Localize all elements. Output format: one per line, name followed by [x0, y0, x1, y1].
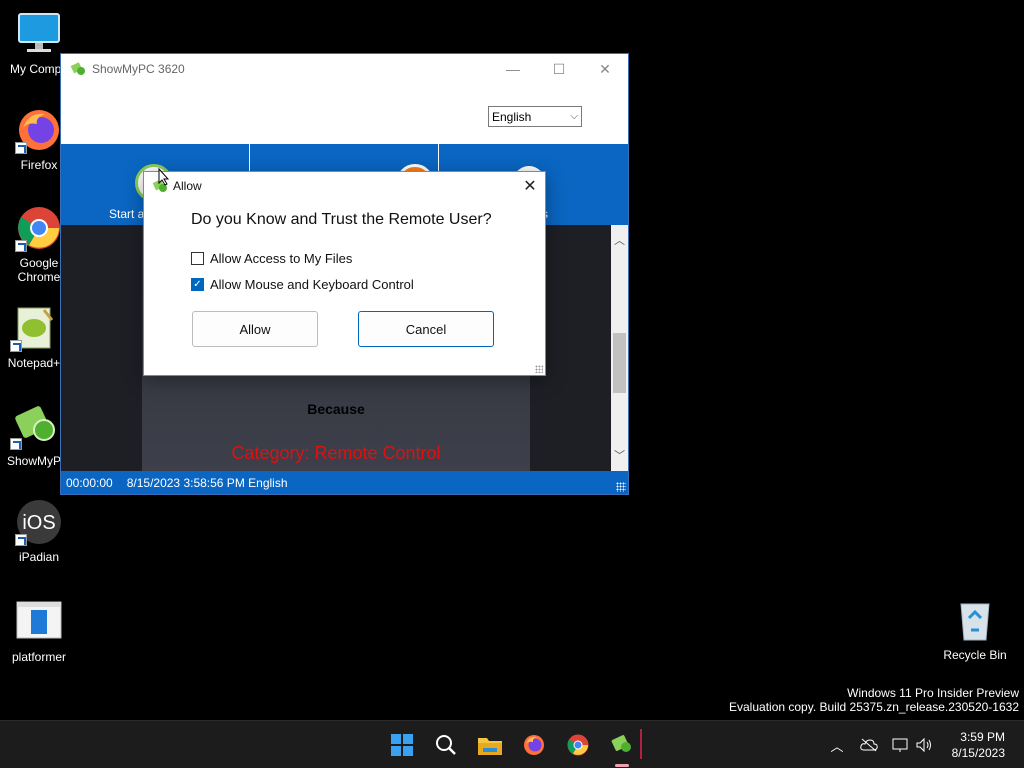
desktop-icon-label: Recycle Bin — [943, 648, 1007, 662]
shortcut-arrow-icon — [15, 142, 27, 154]
desktop-icon-ipadian[interactable]: iOS iPadian — [1, 498, 77, 564]
taskbar-search-button[interactable] — [430, 729, 462, 761]
close-icon[interactable]: ✕ — [515, 172, 545, 200]
volume-icon[interactable] — [914, 735, 934, 755]
taskbar-divider — [640, 729, 642, 759]
windows-watermark: Windows 11 Pro Insider Preview Evaluatio… — [729, 686, 1019, 714]
ios-icon: iOS — [15, 498, 63, 546]
svg-text:iOS: iOS — [22, 512, 55, 534]
chevron-down-icon: ⌵ — [570, 111, 578, 122]
firefox-icon — [15, 106, 63, 154]
language-row: English ⌵ — [61, 84, 628, 144]
network-icon[interactable] — [891, 735, 911, 755]
language-value: English — [492, 109, 532, 124]
minimize-icon[interactable]: — — [490, 54, 536, 84]
window-titlebar[interactable]: ShowMyPC 3620 — ☐ ✕ — [61, 54, 628, 84]
taskbar-chrome[interactable] — [562, 729, 594, 761]
allow-control-checkbox[interactable]: ✓ — [191, 278, 204, 291]
resize-grip-icon[interactable] — [616, 482, 626, 492]
windows-start-icon — [391, 734, 413, 756]
chevron-up-icon[interactable]: ︿ — [827, 735, 847, 755]
showmypc-icon — [10, 402, 58, 450]
showmypc-logo-icon — [70, 61, 86, 77]
watermark-edition: Windows 11 Pro Insider Preview — [847, 686, 1019, 700]
allow-control-label: Allow Mouse and Keyboard Control — [210, 277, 414, 292]
scroll-down-icon[interactable]: ﹀ — [611, 446, 628, 463]
chrome-icon — [567, 734, 589, 756]
desktop-icon-recycle-bin[interactable]: Recycle Bin — [937, 596, 1013, 662]
desktop-icon-platformer[interactable]: platformer — [1, 598, 77, 664]
taskbar-firefox[interactable] — [518, 729, 550, 761]
recycle-bin-icon — [951, 596, 999, 644]
resize-grip-icon[interactable] — [535, 365, 543, 373]
taskbar-clock[interactable]: 3:59 PM 8/15/2023 — [952, 729, 1005, 761]
window-title: ShowMyPC 3620 — [92, 62, 185, 76]
mouse-cursor-icon — [158, 167, 170, 191]
taskbar: ︿ 3:59 PM 8/15/2023 — [0, 720, 1024, 768]
session-timer: 00:00:00 — [66, 475, 113, 490]
folder-icon — [478, 738, 502, 755]
watermark-build: Evaluation copy. Build 25375.zn_release.… — [729, 700, 1019, 714]
monitor-icon — [15, 10, 63, 58]
close-icon[interactable]: ✕ — [582, 54, 628, 84]
vertical-scrollbar[interactable]: ︿ ﹀ — [611, 225, 628, 471]
clock-time: 3:59 PM — [960, 730, 1005, 744]
desktop-icon-label: platformer — [11, 650, 67, 664]
status-bar: 00:00:00 8/15/2023 3:58:56 PM English — [61, 471, 628, 494]
firefox-icon — [524, 735, 544, 755]
language-select[interactable]: English ⌵ — [488, 106, 582, 127]
scroll-up-icon[interactable]: ︿ — [611, 231, 628, 248]
status-info: 8/15/2023 3:58:56 PM English — [126, 475, 288, 490]
notepad-plus-icon — [10, 304, 58, 352]
taskbar-file-explorer[interactable] — [474, 729, 506, 761]
shortcut-arrow-icon — [15, 240, 27, 252]
taskbar-showmypc[interactable] — [606, 729, 638, 767]
dialog-titlebar[interactable]: Allow ✕ — [144, 172, 545, 200]
category-text: Category: Remote Control — [231, 443, 441, 463]
because-text: Because — [307, 401, 365, 417]
scroll-thumb[interactable] — [613, 333, 626, 393]
start-button[interactable] — [386, 729, 418, 761]
allow-files-checkbox[interactable] — [191, 252, 204, 265]
search-icon — [436, 735, 456, 755]
showmypc-icon — [611, 735, 631, 752]
cloud-offline-icon[interactable] — [859, 735, 879, 755]
chrome-icon — [15, 204, 63, 252]
platformer-icon — [15, 598, 63, 646]
desktop-icon-label: iPadian — [18, 550, 60, 564]
clock-date: 8/15/2023 — [951, 746, 1005, 760]
cancel-button[interactable]: Cancel — [358, 311, 494, 347]
allow-dialog: Allow ✕ Do you Know and Trust the Remote… — [143, 171, 546, 376]
shortcut-arrow-icon — [15, 534, 27, 546]
allow-files-option[interactable]: Allow Access to My Files — [191, 251, 352, 266]
dialog-title: Allow — [173, 179, 202, 193]
allow-button[interactable]: Allow — [192, 311, 318, 347]
allow-files-label: Allow Access to My Files — [210, 251, 353, 266]
shortcut-arrow-icon — [10, 438, 22, 450]
allow-control-option[interactable]: ✓ Allow Mouse and Keyboard Control — [191, 277, 414, 292]
shortcut-arrow-icon — [10, 340, 22, 352]
maximize-icon[interactable]: ☐ — [536, 54, 582, 84]
dialog-question: Do you Know and Trust the Remote User? — [191, 211, 492, 228]
